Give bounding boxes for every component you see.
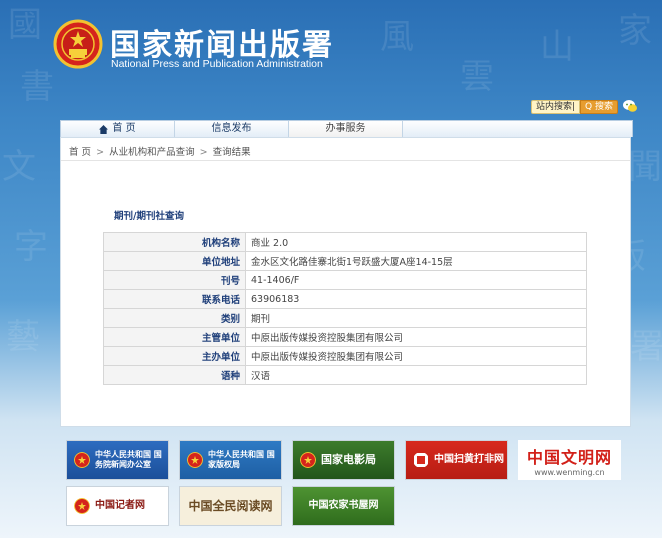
row-value: 41-1406/F xyxy=(245,270,587,290)
nav-home-label: 首 页 xyxy=(112,123,136,134)
row-value: 金水区文化路佳寨北街1号跃盛大厦A座14-15层 xyxy=(245,251,587,271)
table-row: 刊号 41-1406/F xyxy=(103,270,587,290)
nav-info-release-label: 信息发布 xyxy=(211,123,252,134)
partner-label: 中国农家书屋网 xyxy=(308,500,379,511)
breadcrumb-separator: > xyxy=(96,147,105,158)
row-value: 商业 2.0 xyxy=(245,232,587,252)
main-nav: 首 页 信息发布 办事服务 xyxy=(60,120,633,137)
result-table: 机构名称 商业 2.0 单位地址 金水区文化路佳寨北街1号跃盛大厦A座14-15… xyxy=(103,232,587,385)
table-row: 语种 汉语 xyxy=(103,365,587,385)
wechat-icon[interactable] xyxy=(622,98,638,114)
search-bar: 站内搜索| Q 搜索 xyxy=(531,100,618,114)
partner-url: www.wenming.cn xyxy=(534,467,605,477)
row-value: 63906183 xyxy=(245,289,587,309)
table-row: 联系电话 63906183 xyxy=(103,289,587,309)
partner-label: 中国记者网 xyxy=(95,500,145,511)
divider xyxy=(61,160,630,161)
partner-label: 中国全民阅读网 xyxy=(188,499,273,513)
partner-label: 中国扫黄打非网 xyxy=(434,454,504,465)
partner-link-film[interactable]: 国家电影局 xyxy=(292,440,395,480)
home-icon xyxy=(99,124,109,134)
row-value: 汉语 xyxy=(245,365,587,385)
partner-label: 国家电影局 xyxy=(321,453,376,466)
row-value: 中原出版传媒投资控股集团有限公司 xyxy=(245,327,587,347)
partner-label: 中华人民共和国 国家版权局 xyxy=(208,450,275,469)
table-row: 单位地址 金水区文化路佳寨北街1号跃盛大厦A座14-15层 xyxy=(103,251,587,271)
partner-link-copyright[interactable]: 中华人民共和国 国家版权局 xyxy=(179,440,282,480)
breadcrumb-current: 查询结果 xyxy=(212,147,251,158)
row-label: 主管单位 xyxy=(103,327,246,347)
partner-link-journalist[interactable]: 中国记者网 xyxy=(66,486,169,526)
breadcrumb-home[interactable]: 首 页 xyxy=(69,147,91,158)
row-label: 类别 xyxy=(103,308,246,328)
content-panel: 首 页 > 从业机构和产品查询 > 查询结果 期刊/期刊社查询 机构名称 商业 … xyxy=(60,137,631,427)
emblem-icon xyxy=(74,498,90,514)
row-label: 联系电话 xyxy=(103,289,246,309)
row-label: 机构名称 xyxy=(103,232,246,252)
table-row: 类别 期刊 xyxy=(103,308,587,328)
site-search-input[interactable]: 站内搜索| xyxy=(531,100,581,114)
partner-link-scio[interactable]: 中华人民共和国 国务院新闻办公室 xyxy=(66,440,169,480)
table-row: 主办单位 中原出版传媒投资控股集团有限公司 xyxy=(103,346,587,366)
table-row: 主管单位 中原出版传媒投资控股集团有限公司 xyxy=(103,327,587,347)
national-emblem-icon xyxy=(53,19,103,69)
row-value: 中原出版传媒投资控股集团有限公司 xyxy=(245,346,587,366)
breadcrumb: 首 页 > 从业机构和产品查询 > 查询结果 xyxy=(69,144,251,158)
emblem-icon xyxy=(300,452,316,468)
partner-label: 中国文明网 xyxy=(526,447,612,467)
partner-links: 中华人民共和国 国务院新闻办公室 中华人民共和国 国家版权局 国家电影局 中国扫… xyxy=(66,440,626,530)
breadcrumb-institution-query[interactable]: 从业机构和产品查询 xyxy=(109,147,195,158)
table-row: 机构名称 商业 2.0 xyxy=(103,232,587,252)
row-label: 主办单位 xyxy=(103,346,246,366)
nav-services[interactable]: 办事服务 xyxy=(289,121,403,137)
query-title: 期刊/期刊社查询 xyxy=(114,211,184,222)
nav-info-release[interactable]: 信息发布 xyxy=(175,121,289,137)
nav-home[interactable]: 首 页 xyxy=(61,121,175,137)
row-label: 刊号 xyxy=(103,270,246,290)
shdf-logo-icon xyxy=(414,453,428,467)
site-subtitle: National Press and Publication Administr… xyxy=(111,58,323,70)
row-value: 期刊 xyxy=(245,308,587,328)
breadcrumb-separator: > xyxy=(199,147,208,158)
search-button[interactable]: Q 搜索 xyxy=(580,100,618,114)
nav-services-label: 办事服务 xyxy=(325,123,366,134)
partner-link-wenming[interactable]: 中国文明网 www.wenming.cn xyxy=(518,440,621,480)
emblem-icon xyxy=(74,452,90,468)
emblem-icon xyxy=(187,452,203,468)
row-label: 语种 xyxy=(103,365,246,385)
partner-link-reading[interactable]: 中国全民阅读网 xyxy=(179,486,282,526)
partner-link-shdf[interactable]: 中国扫黄打非网 xyxy=(405,440,508,480)
partner-label: 中华人民共和国 国务院新闻办公室 xyxy=(95,450,162,469)
row-label: 单位地址 xyxy=(103,251,246,271)
partner-link-farmer-library[interactable]: 中国农家书屋网 xyxy=(292,486,395,526)
